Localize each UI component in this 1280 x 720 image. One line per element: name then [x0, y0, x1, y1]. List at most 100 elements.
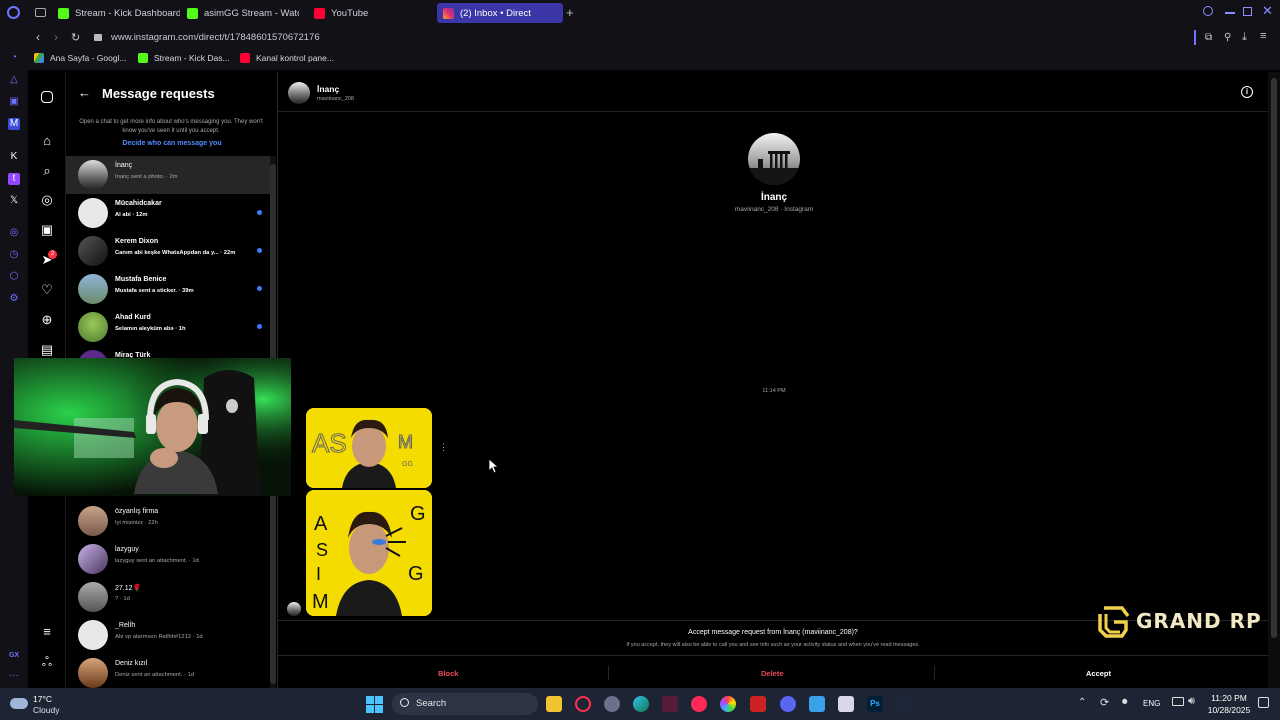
gx-icon[interactable]: GX [8, 650, 20, 662]
avatar[interactable] [287, 602, 301, 616]
threads-icon[interactable]: ஃ [39, 654, 55, 670]
tab-instagram-inbox[interactable]: (2) Inbox • Direct [437, 3, 563, 23]
taskbar-search[interactable]: Search [392, 693, 538, 715]
request-row-deniz-kizil[interactable]: Deniz kızıl Deniz sent an attachment. · … [66, 654, 270, 692]
download-icon[interactable]: ⤓ [1242, 31, 1247, 44]
request-row-lazyguy[interactable]: lazyguy lazyguy sent an attachment. · 1d [66, 540, 270, 578]
clock-icon[interactable]: ◷ [8, 249, 20, 261]
edge-icon[interactable] [633, 696, 649, 712]
weather-temp[interactable]: 17°C [33, 694, 52, 704]
create-icon[interactable]: ⊕ [39, 312, 55, 328]
photo-message[interactable]: AS M GG [306, 408, 432, 488]
request-row-2712[interactable]: 27.12🌹 ? · 1d [66, 578, 270, 616]
mail-icon[interactable]: M [8, 118, 20, 130]
opera-logo-icon[interactable] [7, 6, 20, 19]
vegas-icon[interactable] [662, 696, 678, 712]
back-arrow-icon[interactable]: ← [78, 85, 91, 100]
request-row-kerem-dixon[interactable]: Kerem Dixon Canım abi keşke WhatsAppdan … [66, 232, 270, 270]
message-options-icon[interactable]: ⋮ [439, 442, 448, 453]
decide-who-link[interactable]: Decide who can message you [66, 140, 278, 147]
volume-icon[interactable]: 🔊︎ [1188, 695, 1195, 708]
notifications-heart-icon[interactable]: ♡ [39, 282, 55, 298]
opera-gx-icon[interactable] [575, 696, 591, 712]
explore-icon[interactable]: ◎ [39, 192, 55, 208]
player-icon[interactable]: ◎ [8, 227, 20, 239]
info-icon[interactable]: i [1241, 86, 1253, 98]
settings-icon[interactable]: ⚙ [8, 293, 20, 305]
history-icon[interactable]: ◔ [8, 52, 20, 64]
reload-icon[interactable]: ↻ [71, 31, 80, 44]
notepad-icon[interactable] [838, 696, 854, 712]
request-row-ahad-kurd[interactable]: Ahad Kurd Selamın aleyküm abə · 1h [66, 308, 270, 346]
more-menu-icon[interactable]: ≡ [39, 624, 55, 640]
extensions-icon[interactable]: ⧉ [1205, 32, 1212, 43]
chat-title[interactable]: İnanç [317, 84, 339, 94]
weather-cloud-icon[interactable] [10, 698, 28, 709]
profile-avatar[interactable] [748, 133, 800, 185]
pinboard-icon[interactable]: ⬡ [8, 271, 20, 283]
menu-icon[interactable]: ≡ [1260, 30, 1266, 42]
url-field[interactable]: www.instagram.com/direct/t/1784860157067… [111, 32, 320, 43]
bookmark-kick-dashboard[interactable]: Stream - Kick Das... [138, 53, 230, 63]
media-player-icon[interactable] [691, 696, 707, 712]
tab-kick-dashboard[interactable]: Stream - Kick Dashboard [58, 3, 180, 23]
tab-asimgg-stream[interactable]: asimGG Stream - Watch L [187, 3, 299, 23]
chevron-up-icon[interactable]: ⌃ [1078, 697, 1086, 708]
maximize-icon[interactable] [1243, 7, 1252, 16]
clock-time[interactable]: 11:20 PM [1205, 693, 1253, 703]
weather-desc[interactable]: Cloudy [33, 705, 59, 715]
network-icon[interactable] [1172, 697, 1184, 706]
clock-date[interactable]: 10/28/2025 [1205, 705, 1253, 715]
twitch-icon[interactable]: t [8, 173, 20, 185]
discord-icon[interactable] [780, 696, 796, 712]
bookmark-kanal-kontrol[interactable]: Kanal kontrol pane... [240, 53, 334, 63]
kick-sidebar-icon[interactable]: K [8, 151, 20, 163]
avatar [78, 274, 108, 304]
workspaces-icon[interactable] [35, 8, 46, 17]
photoshop-icon[interactable]: Ps [867, 696, 883, 712]
watermark-text: GRAND RP [1136, 609, 1262, 633]
search-tabs-icon[interactable] [1203, 6, 1213, 16]
workspace-icon[interactable]: ▣ [8, 96, 20, 108]
color-app-icon[interactable] [720, 696, 736, 712]
home-icon[interactable]: ⌂ [39, 133, 55, 149]
avatar[interactable] [288, 82, 310, 104]
start-icon[interactable] [366, 696, 383, 713]
tab-youtube[interactable]: YouTube [314, 3, 424, 23]
account-icon[interactable]: ⚲ [1224, 32, 1231, 43]
bookmark-ana-sayfa[interactable]: Ana Sayfa - Googl... [34, 53, 127, 63]
notifications-icon[interactable] [1258, 697, 1269, 708]
paint-icon[interactable] [809, 696, 825, 712]
more-icon[interactable]: ··· [8, 670, 20, 682]
minimize-icon[interactable] [1225, 12, 1235, 14]
sync-icon[interactable]: ⟳ [1100, 696, 1109, 709]
x-twitter-icon[interactable]: 𝕏 [8, 195, 20, 207]
new-tab-button[interactable]: + [566, 5, 574, 20]
aria-icon[interactable]: △ [8, 74, 20, 86]
reels-icon[interactable]: ▣ [39, 222, 55, 238]
request-row-mustafa-benice[interactable]: Mustafa Benice Mustafa sent a sticker. ·… [66, 270, 270, 308]
forward-icon[interactable]: › [54, 30, 58, 44]
request-row-inanc[interactable]: İnanç İnanç sent a photo. · 2m [66, 156, 270, 194]
request-row-relih[interactable]: _Relİh Abi vp atarmısın Reilhh#1212 · 1d [66, 616, 270, 654]
voicemeeter-icon[interactable] [750, 696, 766, 712]
page-scrollbar[interactable] [1268, 72, 1280, 688]
microphone-icon[interactable]: ⏺ [1122, 696, 1128, 709]
request-row-ozyanlis-firma[interactable]: özyanlış firma İyi misinizz · 22h [66, 502, 270, 540]
lock-icon [94, 34, 102, 41]
chrome-like-icon[interactable] [604, 696, 620, 712]
photo-message[interactable]: A S I M G G [306, 490, 432, 616]
close-window-icon[interactable]: ✕ [1262, 3, 1273, 19]
dashboard-icon[interactable]: ▤ [39, 342, 55, 358]
language-indicator[interactable]: ENG [1143, 699, 1160, 708]
delete-button[interactable]: Delete [761, 669, 784, 678]
steam-icon[interactable] [897, 696, 913, 712]
back-icon[interactable]: ‹ [36, 30, 40, 44]
request-row-mucahidcakar[interactable]: Mücahidcakar Al abi · 12m [66, 194, 270, 232]
accept-button[interactable]: Accept [1086, 669, 1111, 678]
search-icon[interactable]: ⌕ [39, 163, 55, 179]
file-explorer-icon[interactable] [546, 696, 562, 712]
block-button[interactable]: Block [438, 669, 458, 678]
scroll-thumb[interactable] [1271, 78, 1277, 638]
instagram-logo-icon[interactable] [41, 91, 53, 103]
